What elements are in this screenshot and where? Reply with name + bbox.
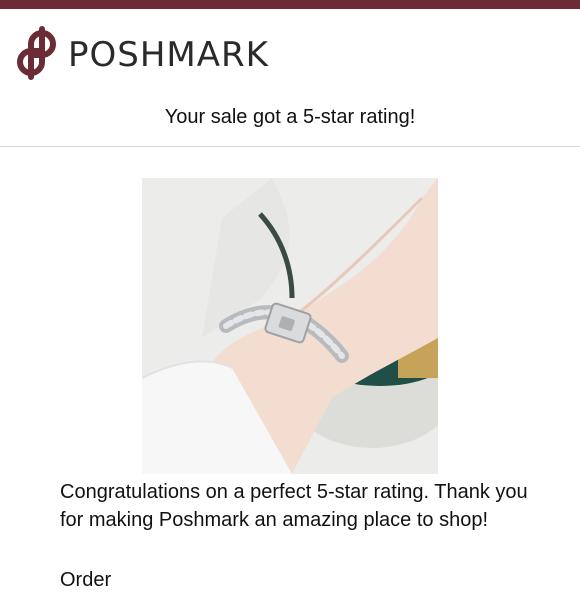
brand-wordmark[interactable]: POSHMARK bbox=[68, 35, 269, 75]
top-accent-bar bbox=[0, 0, 580, 9]
email-header: POSHMARK bbox=[0, 9, 580, 84]
product-photo[interactable] bbox=[142, 178, 438, 474]
poshmark-logo-icon[interactable] bbox=[14, 25, 60, 81]
header-divider bbox=[0, 146, 580, 147]
congratulations-message: Congratulations on a perfect 5-star rati… bbox=[60, 481, 528, 531]
bracelet-on-wrist-image bbox=[142, 178, 438, 474]
order-section-label: Order bbox=[60, 569, 112, 591]
email-subject-heading: Your sale got a 5-star rating! bbox=[164, 106, 416, 128]
